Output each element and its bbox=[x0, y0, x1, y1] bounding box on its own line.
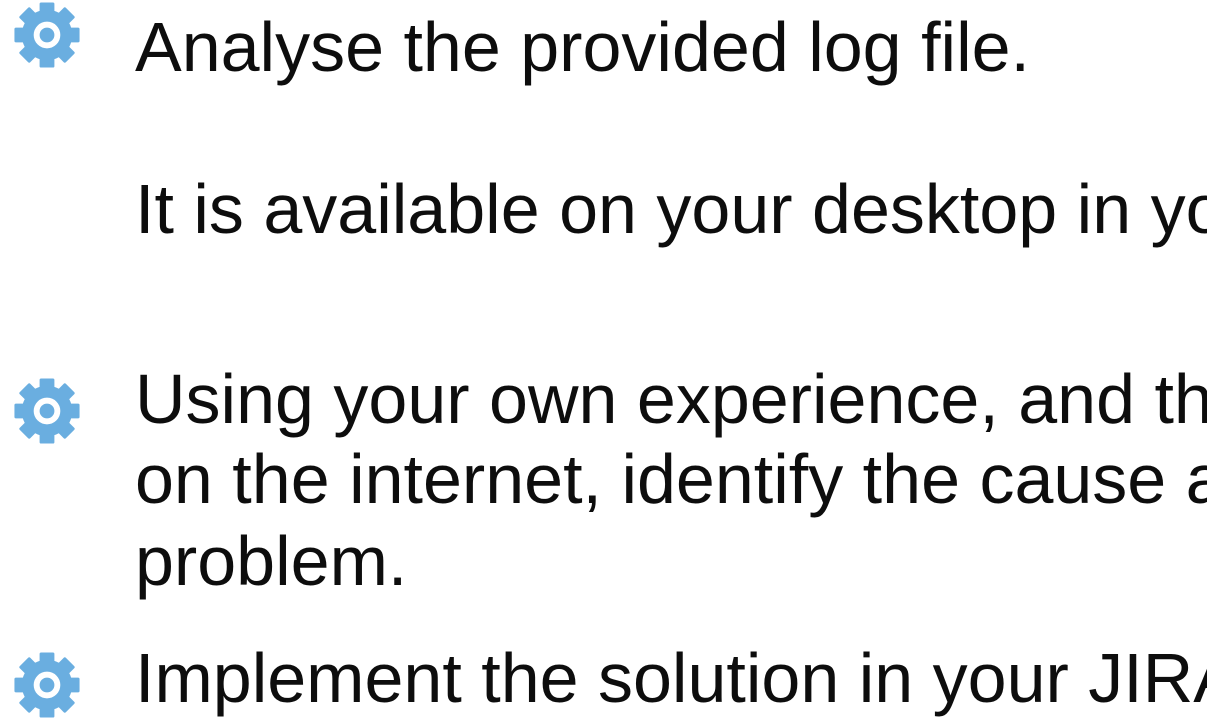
bullet-2-line-1: It is available on your desktop in you bbox=[135, 170, 1207, 248]
bullet-4-line-1: Implement the solution in your JIRA. bbox=[135, 639, 1207, 717]
bullet-3-line-2: on the internet, identify the cause an bbox=[135, 440, 1207, 518]
gear-icon bbox=[14, 2, 80, 68]
bullet-3-line-3: problem. bbox=[135, 522, 408, 600]
bullet-3-line-1: Using your own experience, and the bbox=[135, 360, 1207, 438]
bullet-1-line-1: Analyse the provided log file. bbox=[135, 8, 1030, 86]
gear-icon bbox=[14, 652, 80, 718]
gear-icon bbox=[14, 378, 80, 444]
